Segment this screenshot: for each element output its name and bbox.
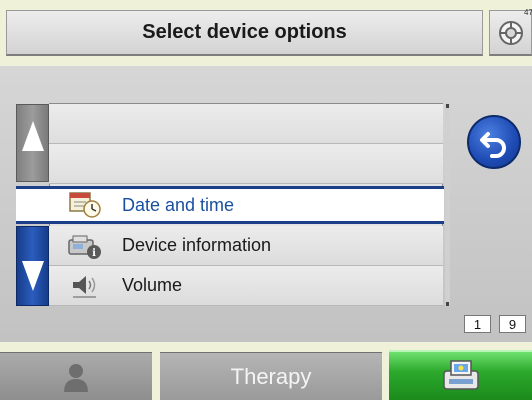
page-title: Select device options xyxy=(142,21,347,43)
tab-device[interactable] xyxy=(389,350,532,400)
list-item-label: Volume xyxy=(122,275,183,295)
scroll-up-button[interactable] xyxy=(16,104,49,182)
lifebuoy-icon xyxy=(498,20,523,45)
back-arrow-icon xyxy=(480,132,506,158)
scrollbar-bottom-marker xyxy=(446,302,449,306)
svg-text:i: i xyxy=(92,248,96,259)
header-bar: Select device options xyxy=(6,10,483,56)
tab-user[interactable] xyxy=(0,352,152,400)
list-item-empty xyxy=(49,144,443,184)
tab-therapy[interactable]: Therapy xyxy=(160,352,382,400)
list-item-volume[interactable]: Volume xyxy=(49,266,443,306)
list-item-date-and-time[interactable]: Date and time xyxy=(16,186,444,224)
tab-therapy-label: Therapy xyxy=(230,363,312,389)
list-item-empty xyxy=(49,104,443,144)
scrollbar-top-marker xyxy=(446,104,449,108)
user-silhouette-icon xyxy=(64,363,88,392)
scrollbar[interactable] xyxy=(445,104,450,306)
speaker-icon xyxy=(65,271,105,301)
list-item-label: Date and time xyxy=(122,194,235,215)
calendar-clock-icon xyxy=(65,190,105,220)
list-item-device-information[interactable]: i Device information xyxy=(49,226,443,266)
help-number: 47 xyxy=(524,8,532,17)
page-current: 1 xyxy=(464,315,491,333)
back-button[interactable] xyxy=(467,115,521,169)
page-total: 9 xyxy=(499,315,526,333)
arrow-up-icon xyxy=(21,121,44,151)
list-item-label: Device information xyxy=(122,235,272,255)
arrow-down-icon xyxy=(21,261,44,291)
device-icon xyxy=(442,360,479,390)
scroll-down-button[interactable] xyxy=(16,226,49,306)
device-info-icon: i xyxy=(65,231,105,261)
